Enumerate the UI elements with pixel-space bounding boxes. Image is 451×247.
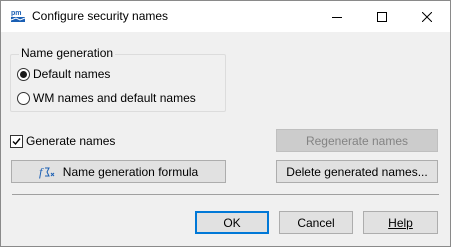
- checkmark-icon: [12, 137, 21, 145]
- minimize-icon: [331, 16, 342, 18]
- radio-indicator[interactable]: [17, 91, 30, 105]
- ok-button[interactable]: OK: [195, 211, 269, 234]
- radio-wm-and-default-names[interactable]: WM names and default names: [17, 91, 196, 105]
- generate-names-label: Generate names: [26, 134, 116, 148]
- radio-label: WM names and default names: [33, 91, 196, 105]
- checkbox-box[interactable]: [10, 134, 23, 148]
- minimize-button[interactable]: [314, 1, 359, 32]
- svg-text:pm: pm: [11, 10, 22, 17]
- close-icon: [421, 11, 432, 22]
- window-title: Configure security names: [32, 9, 169, 23]
- dialog-body: Name generation Default names WM names a…: [1, 32, 450, 246]
- radio-default-names[interactable]: Default names: [17, 67, 110, 81]
- formula-icon: f: [39, 165, 57, 179]
- title-bar[interactable]: pm Configure security names: [1, 1, 450, 32]
- delete-generated-names-button[interactable]: Delete generated names...: [276, 160, 438, 183]
- cancel-button[interactable]: Cancel: [279, 211, 353, 234]
- regenerate-names-button[interactable]: Regenerate names: [276, 129, 438, 152]
- dialog-window: pm Configure security names Name generat…: [0, 0, 451, 247]
- formula-button-label: Name generation formula: [62, 164, 199, 179]
- help-button[interactable]: Help: [363, 211, 438, 234]
- radio-label: Default names: [33, 67, 111, 81]
- separator: [12, 194, 439, 195]
- generate-names-checkbox[interactable]: Generate names: [10, 134, 115, 148]
- svg-text:f: f: [39, 165, 44, 179]
- pm-logo-icon: pm: [10, 8, 26, 24]
- name-generation-legend: Name generation: [19, 46, 116, 60]
- name-generation-formula-button[interactable]: f Name generation formula: [11, 160, 226, 183]
- maximize-icon: [376, 11, 387, 22]
- help-button-label: Help: [388, 215, 413, 230]
- close-button[interactable]: [404, 1, 449, 32]
- maximize-button[interactable]: [359, 1, 404, 32]
- radio-indicator-selected[interactable]: [17, 67, 30, 81]
